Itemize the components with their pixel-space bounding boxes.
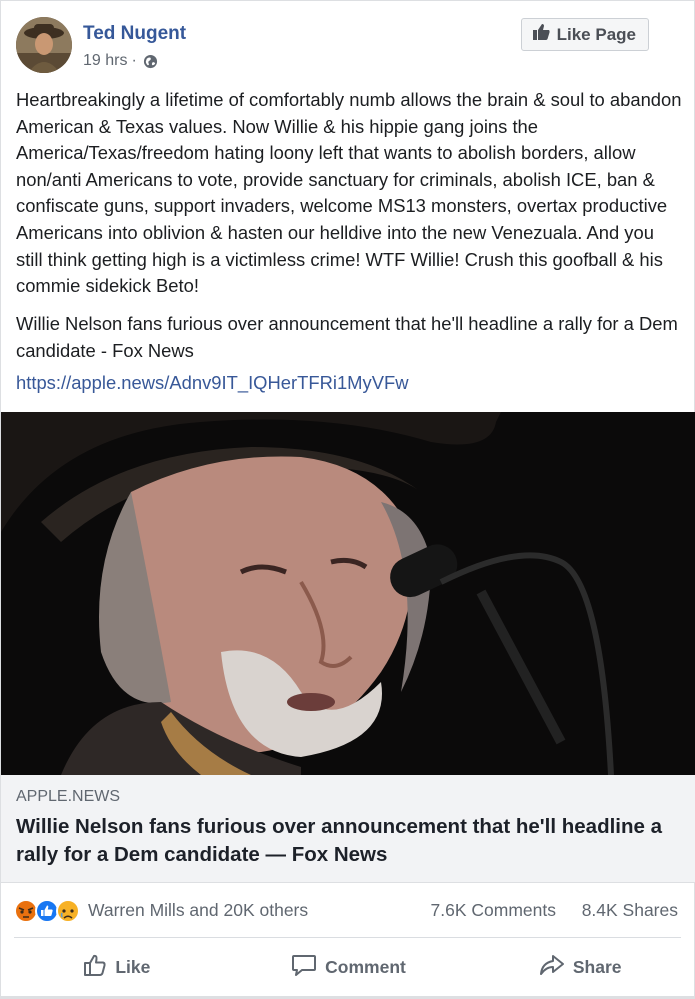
action-bar: Like Comment Share [1, 938, 695, 996]
like-outline-icon [83, 953, 107, 982]
sad-icon [56, 899, 80, 923]
author-avatar[interactable] [16, 17, 72, 73]
comments-count[interactable]: 7.6K Comments [431, 900, 556, 921]
post-quote: Willie Nelson fans furious over announce… [16, 313, 678, 361]
like-label: Like [115, 956, 151, 977]
share-button[interactable]: Share [464, 938, 695, 996]
post-link[interactable]: https://apple.news/Adnv9IT_IQHerTFRi1MyV… [16, 372, 408, 394]
link-card[interactable]: APPLE.NEWS Willie Nelson fans furious ov… [1, 775, 695, 883]
reactions-bar: Warren Mills and 20K others 7.6K Comment… [1, 890, 695, 932]
post-header: Ted Nugent 19 hrs · Like Page [16, 17, 679, 77]
globe-icon[interactable] [143, 54, 158, 69]
top-border [1, 0, 694, 1]
post-time[interactable]: 19 hrs [83, 52, 127, 70]
comment-label: Comment [325, 956, 406, 977]
card-title[interactable]: Willie Nelson fans furious over announce… [16, 813, 676, 869]
thumbs-up-icon [532, 24, 550, 45]
card-source: APPLE.NEWS [16, 788, 121, 805]
share-icon [539, 953, 565, 982]
post-text: Heartbreakingly a lifetime of comfortabl… [16, 89, 682, 297]
article-photo[interactable] [1, 412, 695, 775]
comment-icon [291, 953, 317, 982]
facebook-post: Ted Nugent 19 hrs · Like Page Heartbreak… [0, 0, 695, 999]
like-page-label: Like Page [556, 24, 636, 44]
like-button[interactable]: Like [1, 938, 233, 996]
like-icon [35, 899, 59, 923]
like-page-button[interactable]: Like Page [520, 18, 649, 51]
angry-icon [14, 899, 38, 923]
author-name[interactable]: Ted Nugent [83, 23, 186, 45]
reaction-icons[interactable] [14, 898, 84, 924]
post-meta: 19 hrs · [83, 52, 158, 70]
share-label: Share [572, 956, 622, 977]
meta-separator: · [131, 52, 137, 69]
comment-button[interactable]: Comment [233, 938, 465, 996]
reaction-names[interactable]: Warren Mills and 20K others [88, 900, 308, 921]
shares-count[interactable]: 8.4K Shares [582, 900, 678, 921]
